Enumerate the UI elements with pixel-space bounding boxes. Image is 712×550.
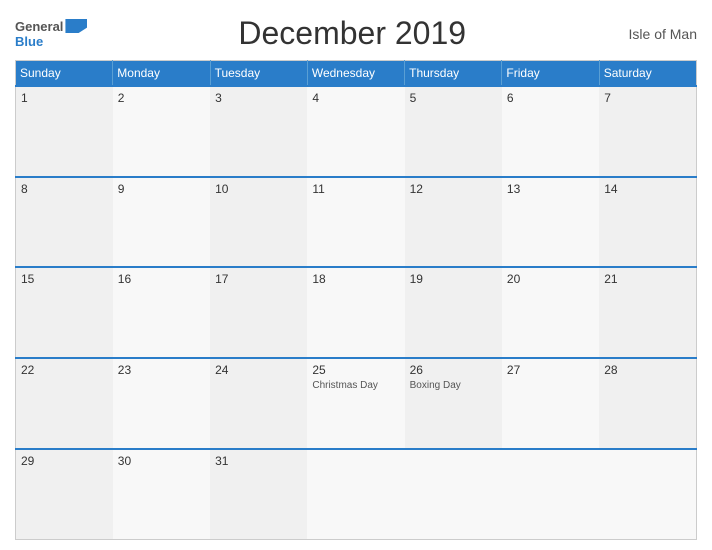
header: General Blue December 2019 Isle of Man xyxy=(15,15,697,52)
calendar-cell: 19 xyxy=(405,267,502,358)
calendar-cell: 3 xyxy=(210,86,307,177)
holiday-label: Christmas Day xyxy=(312,379,399,392)
logo-blue-text: Blue xyxy=(15,34,43,49)
day-number: 21 xyxy=(604,272,691,286)
logo-flag-icon xyxy=(65,19,87,33)
header-monday: Monday xyxy=(113,61,210,87)
header-sunday: Sunday xyxy=(16,61,113,87)
calendar-cell: 21 xyxy=(599,267,696,358)
week-row-3: 15 16 17 18 19 20 21 xyxy=(16,267,697,358)
calendar-cell: 28 xyxy=(599,358,696,449)
calendar-cell xyxy=(405,449,502,540)
day-number: 23 xyxy=(118,363,205,377)
header-tuesday: Tuesday xyxy=(210,61,307,87)
calendar-cell: 2 xyxy=(113,86,210,177)
day-number: 19 xyxy=(410,272,497,286)
calendar-container: General Blue December 2019 Isle of Man S… xyxy=(0,0,712,550)
calendar-cell: 5 xyxy=(405,86,502,177)
logo-general-text: General xyxy=(15,19,63,34)
day-number: 10 xyxy=(215,182,302,196)
calendar-cell xyxy=(307,449,404,540)
day-number: 13 xyxy=(507,182,594,196)
day-number: 29 xyxy=(21,454,108,468)
calendar-table: Sunday Monday Tuesday Wednesday Thursday… xyxy=(15,60,697,540)
weekday-header-row: Sunday Monday Tuesday Wednesday Thursday… xyxy=(16,61,697,87)
day-number: 3 xyxy=(215,91,302,105)
calendar-cell: 18 xyxy=(307,267,404,358)
calendar-cell: 22 xyxy=(16,358,113,449)
header-friday: Friday xyxy=(502,61,599,87)
region-label: Isle of Man xyxy=(617,26,697,42)
day-number: 28 xyxy=(604,363,691,377)
day-number: 8 xyxy=(21,182,108,196)
calendar-cell: 20 xyxy=(502,267,599,358)
day-number: 24 xyxy=(215,363,302,377)
calendar-cell: 30 xyxy=(113,449,210,540)
calendar-cell: 17 xyxy=(210,267,307,358)
calendar-cell xyxy=(599,449,696,540)
calendar-cell: 31 xyxy=(210,449,307,540)
week-row-4: 22 23 24 25 Christmas Day 26 Boxing Day 27 28 xyxy=(16,358,697,449)
holiday-label: Boxing Day xyxy=(410,379,497,392)
calendar-cell xyxy=(502,449,599,540)
header-thursday: Thursday xyxy=(405,61,502,87)
calendar-cell: 4 xyxy=(307,86,404,177)
day-number: 16 xyxy=(118,272,205,286)
calendar-cell: 26 Boxing Day xyxy=(405,358,502,449)
calendar-cell: 24 xyxy=(210,358,307,449)
day-number: 25 xyxy=(312,363,399,377)
day-number: 12 xyxy=(410,182,497,196)
calendar-cell: 13 xyxy=(502,177,599,268)
day-number: 14 xyxy=(604,182,691,196)
day-number: 11 xyxy=(312,182,399,196)
day-number: 5 xyxy=(410,91,497,105)
calendar-cell: 7 xyxy=(599,86,696,177)
calendar-cell: 6 xyxy=(502,86,599,177)
calendar-cell: 12 xyxy=(405,177,502,268)
calendar-cell: 1 xyxy=(16,86,113,177)
day-number: 27 xyxy=(507,363,594,377)
week-row-5: 29 30 31 xyxy=(16,449,697,540)
day-number: 9 xyxy=(118,182,205,196)
day-number: 30 xyxy=(118,454,205,468)
week-row-2: 89 10 11 12 13 14 xyxy=(16,177,697,268)
header-wednesday: Wednesday xyxy=(307,61,404,87)
calendar-cell: 29 xyxy=(16,449,113,540)
calendar-cell: 14 xyxy=(599,177,696,268)
calendar-cell: 9 xyxy=(113,177,210,268)
day-number: 22 xyxy=(21,363,108,377)
day-number: 18 xyxy=(312,272,399,286)
day-number: 20 xyxy=(507,272,594,286)
calendar-cell: 25 Christmas Day xyxy=(307,358,404,449)
calendar-cell: 15 xyxy=(16,267,113,358)
header-saturday: Saturday xyxy=(599,61,696,87)
calendar-cell: 16 xyxy=(113,267,210,358)
day-number: 1 xyxy=(21,91,108,105)
day-number: 4 xyxy=(312,91,399,105)
day-number: 2 xyxy=(118,91,205,105)
day-number: 26 xyxy=(410,363,497,377)
day-number: 7 xyxy=(604,91,691,105)
calendar-cell: 11 xyxy=(307,177,404,268)
day-number: 6 xyxy=(507,91,594,105)
calendar-cell: 10 xyxy=(210,177,307,268)
calendar-title: December 2019 xyxy=(87,15,617,52)
day-number: 15 xyxy=(21,272,108,286)
day-number: 31 xyxy=(215,454,302,468)
week-row-1: 1234567 xyxy=(16,86,697,177)
logo: General Blue xyxy=(15,19,87,49)
calendar-cell: 27 xyxy=(502,358,599,449)
day-number: 17 xyxy=(215,272,302,286)
calendar-cell: 23 xyxy=(113,358,210,449)
calendar-cell: 8 xyxy=(16,177,113,268)
